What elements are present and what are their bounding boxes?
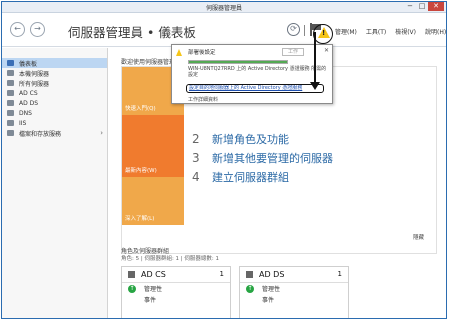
role-icon — [7, 120, 14, 126]
card-header: AD DS 1 — [240, 267, 348, 283]
sidebar-item-dns[interactable]: DNS — [2, 108, 107, 118]
menu-tools[interactable]: 工具(T) — [366, 27, 386, 36]
task-button[interactable]: 工作 — [282, 48, 304, 56]
quick-start-steps: 2 新增角色及功能 3 新增其他要管理的伺服器 4 建立伺服器群組 — [192, 129, 333, 186]
card-title: AD CS — [141, 270, 166, 279]
role-card-ad-ds[interactable]: AD DS 1 ↑ 管理性 事件 — [239, 266, 349, 318]
menu-help[interactable]: 說明(H) — [425, 27, 446, 36]
hide-link[interactable]: 隱藏 — [413, 233, 424, 241]
step-number: 3 — [192, 150, 200, 165]
task-details-link[interactable]: 工作詳細資料 — [188, 96, 218, 103]
sidebar-item-local-server[interactable]: 本機伺服器 — [2, 68, 107, 78]
close-button[interactable]: ✕ — [428, 2, 444, 11]
roles-summary: 角色: 5 | 伺服器群組: 1 | 伺服器總數: 1 — [121, 256, 220, 262]
card-header: AD CS 1 — [122, 267, 230, 283]
sidebar-item-all-servers[interactable]: 所有伺服器 — [2, 78, 107, 88]
header-bar: ← → 伺服器管理員 • 儀表板 ⟳ ! 管理(M) 工具(T) 檢視(V) 說… — [2, 13, 446, 47]
check-icon: ↑ — [246, 284, 254, 293]
annotation-circle — [313, 24, 333, 44]
tile-label: 最新內容(W) — [125, 168, 157, 174]
check-icon: ↑ — [128, 284, 136, 293]
sidebar-item-label: AD CS — [19, 89, 38, 97]
close-icon[interactable]: ✕ — [324, 47, 329, 54]
server-icon — [7, 70, 14, 76]
maximize-button[interactable]: □ — [416, 2, 428, 11]
progress-bar — [188, 60, 288, 64]
title-bar: 伺服器管理員 − □ ✕ — [2, 2, 446, 13]
chevron-right-icon: › — [100, 129, 103, 137]
step-add-servers[interactable]: 3 新增其他要管理的伺服器 — [192, 148, 333, 167]
step-link[interactable]: 新增角色及功能 — [212, 131, 289, 147]
menu-view[interactable]: 檢視(V) — [395, 27, 416, 36]
divider — [304, 25, 305, 36]
menu-manage[interactable]: 管理(M) — [335, 27, 357, 36]
window-controls: − □ ✕ — [404, 2, 444, 11]
warning-icon — [176, 49, 182, 56]
step-add-roles[interactable]: 2 新增角色及功能 — [192, 129, 333, 148]
step-create-group[interactable]: 4 建立伺服器群組 — [192, 167, 333, 186]
dashboard-icon — [7, 60, 14, 66]
configure-link[interactable]: 設定目的地伺服器上的 Active Directory 憑證服務 — [186, 84, 324, 93]
sidebar-item-label: IIS — [19, 119, 27, 127]
notification-popup: 部署後設定 工作 ✕ WIN-U8NTQ27RRD 上的 Active Dire… — [171, 44, 333, 104]
sidebar-item-dashboard[interactable]: 儀表板 — [2, 58, 107, 68]
step-link[interactable]: 建立伺服器群組 — [212, 169, 289, 185]
card-row-manageability[interactable]: ↑ 管理性 — [122, 283, 230, 294]
server-manager-window: 伺服器管理員 − □ ✕ ← → 伺服器管理員 • 儀表板 ⟳ ! 管理(M) … — [1, 1, 447, 319]
role-icon — [128, 271, 135, 278]
role-card-ad-cs[interactable]: AD CS 1 ↑ 管理性 事件 — [121, 266, 231, 318]
sidebar-item-label: 檔案和存放服務 — [19, 130, 62, 138]
forward-button[interactable]: → — [30, 22, 45, 37]
step-number: 4 — [192, 169, 200, 184]
minimize-button[interactable]: − — [404, 2, 416, 11]
card-row-events[interactable]: 事件 — [122, 294, 230, 305]
card-count: 1 — [219, 270, 224, 278]
popup-title: 部署後設定 — [188, 50, 216, 56]
tile-label: 快速入門(Q) — [125, 106, 156, 112]
window-title: 伺服器管理員 — [205, 5, 242, 12]
sidebar-item-label: 儀表板 — [19, 60, 38, 68]
sidebar-item-ad-ds[interactable]: AD DS — [2, 98, 107, 108]
row-label: 事件 — [262, 297, 275, 304]
card-row-events[interactable]: 事件 — [240, 294, 348, 305]
tile-learn-more[interactable]: 深入了解(L) — [122, 177, 184, 225]
step-number: 2 — [192, 131, 200, 146]
role-icon — [7, 100, 14, 106]
row-label: 事件 — [144, 297, 157, 304]
card-title: AD DS — [259, 270, 285, 279]
servers-icon — [7, 80, 14, 86]
sidebar: 儀表板 本機伺服器 所有伺服器 AD CS AD DS DNS IIS 檔案和存… — [2, 48, 108, 318]
sidebar-item-label: AD DS — [19, 99, 39, 107]
sidebar-item-file-storage[interactable]: 檔案和存放服務 › — [2, 128, 107, 138]
tile-label: 深入了解(L) — [125, 216, 155, 222]
row-label: 管理性 — [144, 286, 163, 293]
step-link[interactable]: 新增其他要管理的伺服器 — [212, 150, 333, 166]
sidebar-item-iis[interactable]: IIS — [2, 118, 107, 128]
card-count: 1 — [337, 270, 342, 278]
refresh-icon[interactable]: ⟳ — [287, 23, 300, 36]
annotation-arrow — [314, 32, 316, 84]
sidebar-item-ad-cs[interactable]: AD CS — [2, 88, 107, 98]
back-button[interactable]: ← — [10, 22, 25, 37]
storage-icon — [7, 130, 14, 136]
tile-whats-new[interactable]: 最新內容(W) — [122, 115, 184, 177]
sidebar-item-label: 所有伺服器 — [19, 80, 50, 88]
popup-description: WIN-U8NTQ27RRD 上的 Active Directory 憑證服務 … — [188, 66, 327, 78]
row-label: 管理性 — [262, 286, 281, 293]
sidebar-item-label: DNS — [19, 109, 32, 117]
menu-bar: 管理(M) 工具(T) 檢視(V) 說明(H) — [335, 27, 446, 36]
role-icon — [7, 110, 14, 116]
role-icon — [246, 271, 253, 278]
progress-fill — [189, 61, 287, 63]
breadcrumb: 伺服器管理員 • 儀表板 — [68, 25, 196, 40]
card-row-manageability[interactable]: ↑ 管理性 — [240, 283, 348, 294]
role-icon — [7, 90, 14, 96]
annotation-arrowhead — [310, 82, 320, 90]
sidebar-item-label: 本機伺服器 — [19, 70, 50, 78]
